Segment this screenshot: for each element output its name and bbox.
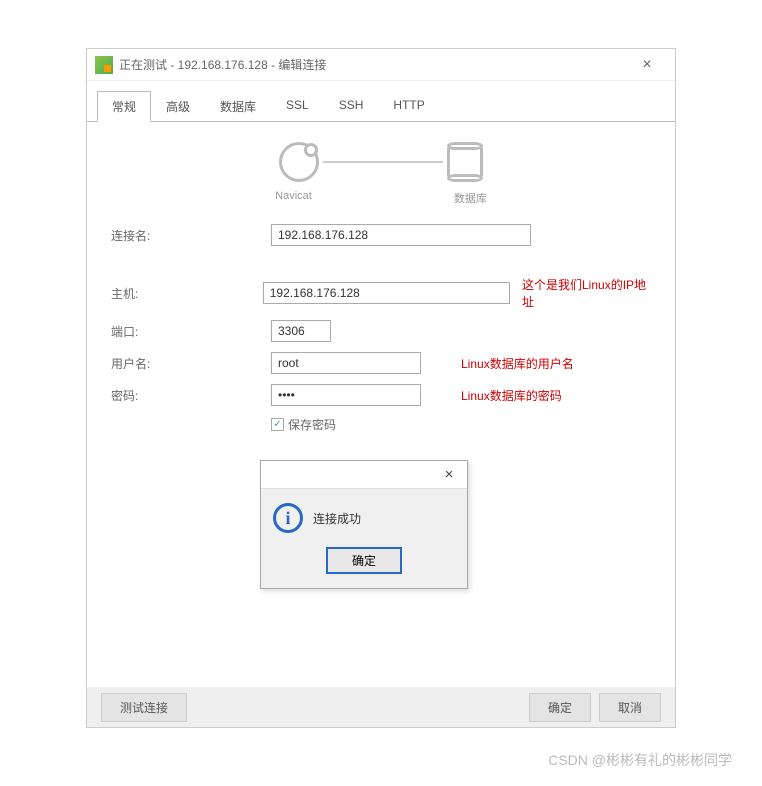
host-input[interactable] — [263, 282, 510, 304]
dialog-ok-button[interactable]: 确定 — [326, 547, 402, 574]
tab-http[interactable]: HTTP — [378, 91, 439, 122]
bottombar: 测试连接 确定 取消 — [87, 687, 675, 727]
window-title: 正在测试 - 192.168.176.128 - 编辑连接 — [119, 56, 627, 73]
navicat-label: Navicat — [275, 190, 312, 206]
test-connection-button[interactable]: 测试连接 — [101, 693, 187, 722]
dialog-close-icon[interactable]: × — [431, 466, 467, 483]
username-label: 用户名: — [111, 355, 271, 372]
dialog-message: 连接成功 — [313, 510, 361, 527]
tab-ssl[interactable]: SSL — [271, 91, 324, 122]
password-input[interactable] — [271, 384, 421, 406]
tab-general[interactable]: 常规 — [97, 91, 151, 122]
port-label: 端口: — [111, 323, 271, 340]
connector-line-icon — [323, 161, 443, 163]
password-label: 密码: — [111, 387, 271, 404]
message-dialog: × i 连接成功 确定 — [260, 460, 468, 589]
tabs: 常规 高级 数据库 SSL SSH HTTP — [97, 91, 675, 122]
host-note: 这个是我们Linux的IP地址 — [522, 276, 651, 310]
tab-database[interactable]: 数据库 — [205, 91, 271, 122]
titlebar: 正在测试 - 192.168.176.128 - 编辑连接 × — [87, 49, 675, 81]
watermark: CSDN @彬彬有礼的彬彬同学 — [548, 750, 732, 770]
save-password-checkbox[interactable]: ✓ — [271, 418, 284, 431]
tab-advanced[interactable]: 高级 — [151, 91, 205, 122]
database-icon — [447, 142, 483, 182]
cancel-button[interactable]: 取消 — [599, 693, 661, 722]
username-note: Linux数据库的用户名 — [461, 355, 574, 372]
ok-button[interactable]: 确定 — [529, 693, 591, 722]
tab-ssh[interactable]: SSH — [324, 91, 379, 122]
connection-name-label: 连接名: — [111, 227, 271, 244]
app-icon — [95, 56, 113, 74]
database-label: 数据库 — [454, 190, 487, 206]
header-icons — [87, 142, 675, 182]
port-input[interactable] — [271, 320, 331, 342]
username-input[interactable] — [271, 352, 421, 374]
host-label: 主机: — [111, 285, 263, 302]
connection-editor-window: 正在测试 - 192.168.176.128 - 编辑连接 × 常规 高级 数据… — [86, 48, 676, 728]
form: 连接名: 主机: 这个是我们Linux的IP地址 端口: 用户名: Linux数… — [87, 224, 675, 433]
connection-name-input[interactable] — [271, 224, 531, 246]
dialog-titlebar: × — [261, 461, 467, 489]
close-icon[interactable]: × — [627, 49, 667, 80]
password-note: Linux数据库的密码 — [461, 387, 562, 404]
navicat-icon — [279, 142, 319, 182]
info-icon: i — [273, 503, 303, 533]
save-password-label: 保存密码 — [288, 416, 336, 433]
header-labels: Navicat 数据库 — [87, 190, 675, 206]
